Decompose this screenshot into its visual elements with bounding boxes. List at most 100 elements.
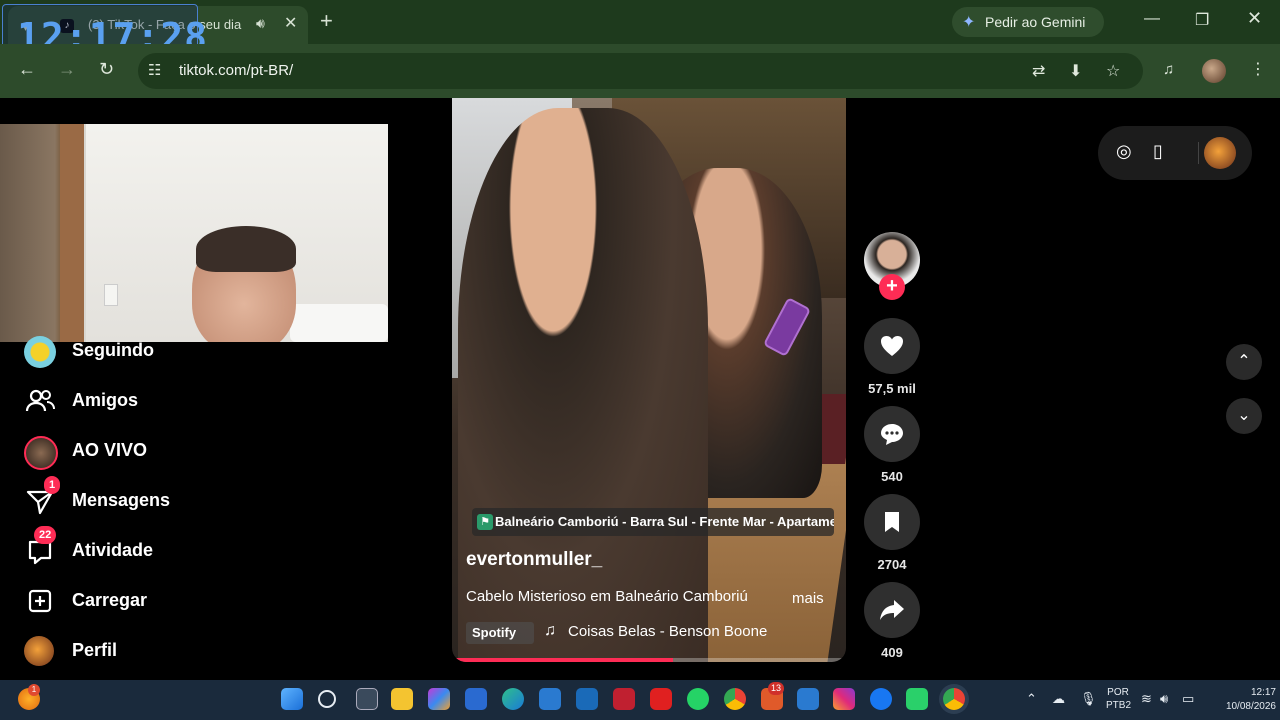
heart-icon bbox=[881, 336, 903, 356]
like-count: 57,5 mil bbox=[868, 381, 916, 396]
tiktok-logo-icon[interactable]: ◎ bbox=[1116, 141, 1132, 162]
search-icon[interactable] bbox=[318, 690, 336, 708]
show-hidden-icons-chevron-icon[interactable]: ⌃ bbox=[1026, 691, 1037, 707]
site-info-icon[interactable]: ☷ bbox=[148, 61, 161, 79]
sidebar-item-label: Amigos bbox=[72, 390, 139, 410]
speaker-icon[interactable]: 🔊︎ bbox=[256, 15, 265, 32]
sidebar-item-label: AO VIVO bbox=[72, 440, 148, 460]
sidebar-item-seguindo[interactable]: Seguindo bbox=[22, 334, 322, 370]
mail-icon[interactable] bbox=[797, 688, 819, 710]
spotify-badge[interactable]: Spotify bbox=[466, 622, 534, 644]
chrome-active-icon[interactable] bbox=[943, 688, 965, 710]
window-minimize-button[interactable]: — bbox=[1144, 10, 1160, 28]
mobile-phone-icon[interactable]: ▯ bbox=[1153, 141, 1163, 162]
forward-arrow-icon[interactable]: → bbox=[58, 59, 76, 80]
facebook-icon[interactable] bbox=[870, 688, 892, 710]
comment-button[interactable] bbox=[864, 406, 920, 462]
music-title[interactable]: Coisas Belas - Benson Boone bbox=[568, 623, 767, 640]
sidebar-item-label: Seguindo bbox=[72, 340, 154, 360]
webcam-light-switch bbox=[104, 284, 118, 306]
reload-icon[interactable]: ↻ bbox=[99, 59, 114, 80]
sidebar-item-mensagens[interactable]: 1 Mensagens bbox=[22, 476, 322, 520]
wifi-icon[interactable]: ≋ bbox=[1141, 691, 1152, 707]
friends-icon bbox=[24, 386, 56, 418]
edge-browser-icon[interactable] bbox=[502, 688, 524, 710]
following-avatar-icon bbox=[24, 336, 56, 368]
profile-avatar[interactable] bbox=[1204, 137, 1236, 169]
share-button[interactable] bbox=[864, 582, 920, 638]
microphone-icon[interactable]: 🎙︎ bbox=[1080, 691, 1097, 707]
sidebar-item-amigos[interactable]: Amigos bbox=[22, 384, 322, 420]
app-icon-green[interactable] bbox=[906, 688, 928, 710]
onedrive-icon[interactable]: ☁ bbox=[1052, 691, 1065, 707]
webcam-person-hair bbox=[196, 226, 296, 272]
webcam-doorframe bbox=[60, 124, 84, 342]
more-link[interactable]: mais bbox=[792, 590, 824, 607]
app-icon-cube[interactable] bbox=[539, 688, 561, 710]
file-explorer-icon[interactable] bbox=[391, 688, 413, 710]
sidebar-item-ao-vivo[interactable]: AO VIVO bbox=[22, 434, 322, 470]
video-player[interactable]: ⚑ Balneário Camboriú - Barra Sul - Frent… bbox=[452, 98, 846, 662]
sidebar-item-label: Atividade bbox=[72, 540, 154, 560]
start-windows-icon[interactable] bbox=[281, 688, 303, 710]
pill-divider bbox=[1198, 142, 1199, 164]
volume-icon[interactable]: 🔊︎ bbox=[1160, 691, 1168, 707]
whatsapp-icon[interactable] bbox=[687, 688, 709, 710]
spotify-label: Spotify bbox=[472, 625, 517, 640]
comment-icon bbox=[881, 424, 903, 445]
like-button[interactable] bbox=[864, 318, 920, 374]
battery-icon[interactable]: ▭ bbox=[1182, 691, 1194, 707]
new-tab-button[interactable]: + bbox=[320, 8, 333, 34]
chrome-icon[interactable] bbox=[724, 688, 746, 710]
video-progress-bar[interactable] bbox=[452, 658, 846, 662]
system-time: 12:17 bbox=[1250, 687, 1276, 698]
window-close-button[interactable]: ✕ bbox=[1247, 8, 1262, 29]
copilot-icon[interactable] bbox=[428, 688, 450, 710]
follow-plus-button[interactable]: + bbox=[879, 274, 905, 300]
outlook-icon[interactable] bbox=[576, 688, 598, 710]
location-tag[interactable]: ⚑ Balneário Camboriú - Barra Sul - Frent… bbox=[472, 508, 834, 536]
media-control-icon[interactable]: ♫ bbox=[1163, 61, 1174, 78]
bookmark-icon bbox=[885, 512, 899, 532]
install-app-icon[interactable]: ⬇ bbox=[1069, 61, 1082, 81]
weather-badge: 1 bbox=[28, 684, 40, 696]
gemini-button[interactable]: ✦ Pedir ao Gemini bbox=[952, 7, 1104, 37]
top-controls-pill: ◎ ▯ bbox=[1098, 126, 1252, 180]
gemini-button-label: Pedir ao Gemini bbox=[985, 14, 1086, 30]
location-pin-icon: ⚑ bbox=[477, 514, 493, 530]
sidebar-item-carregar[interactable]: Carregar bbox=[22, 584, 322, 620]
tab-close-icon[interactable]: ✕ bbox=[284, 13, 297, 33]
microsoft-store-icon[interactable] bbox=[465, 688, 487, 710]
browser-title-bar: ▾ ♪ (3) TikTok - Faça o seu dia 🔊︎ ✕ 12:… bbox=[0, 0, 1280, 62]
sidebar-item-label: Mensagens bbox=[72, 490, 171, 510]
browser-profile-avatar[interactable] bbox=[1202, 59, 1226, 83]
instagram-icon[interactable] bbox=[833, 688, 855, 710]
youtube-icon[interactable] bbox=[650, 688, 672, 710]
activity-badge: 22 bbox=[34, 526, 57, 544]
translate-icon[interactable]: ⇄ bbox=[1032, 61, 1045, 81]
system-date: 10/08/2026 bbox=[1225, 701, 1276, 712]
sidebar-item-atividade[interactable]: 22 Atividade bbox=[22, 526, 322, 570]
save-button[interactable] bbox=[864, 494, 920, 550]
language-indicator[interactable]: POR PTB2 bbox=[1106, 686, 1131, 712]
save-count: 2704 bbox=[877, 557, 907, 572]
task-view-icon[interactable] bbox=[356, 688, 378, 710]
scroll-down-button[interactable]: ⌄ bbox=[1226, 398, 1262, 434]
bookmark-star-icon[interactable]: ☆ bbox=[1106, 61, 1120, 81]
sidebar-item-label: Carregar bbox=[72, 590, 148, 610]
browser-toolbar: ← → ↻ ☷ tiktok.com/pt-BR/ ⇄ ⬇ ☆ ♫ ⋮ bbox=[0, 44, 1280, 98]
window-restore-button[interactable]: ❐ bbox=[1195, 10, 1209, 30]
back-arrow-icon[interactable]: ← bbox=[18, 59, 36, 80]
system-clock[interactable]: 12:17 10/08/2026 bbox=[1200, 686, 1276, 714]
url-text[interactable]: tiktok.com/pt-BR/ bbox=[179, 62, 293, 79]
address-bar[interactable]: ☷ tiktok.com/pt-BR/ ⇄ ⬇ ☆ bbox=[138, 53, 1143, 89]
browser-menu-icon[interactable]: ⋮ bbox=[1250, 59, 1266, 79]
video-man bbox=[458, 108, 708, 662]
messages-badge: 1 bbox=[44, 476, 61, 494]
windows-taskbar: 1 13 ⌃ ☁ 🎙︎ POR PTB2 ≋ 🔊︎ ▭ 12:17 10/08/… bbox=[0, 680, 1280, 720]
video-author[interactable]: evertonmuller_ bbox=[466, 549, 602, 571]
scroll-up-button[interactable]: ⌃ bbox=[1226, 344, 1262, 380]
mcafee-icon[interactable] bbox=[613, 688, 635, 710]
location-text: Balneário Camboriú - Barra Sul - Frente … bbox=[495, 514, 834, 529]
sidebar-item-perfil[interactable]: Perfil bbox=[22, 634, 322, 670]
